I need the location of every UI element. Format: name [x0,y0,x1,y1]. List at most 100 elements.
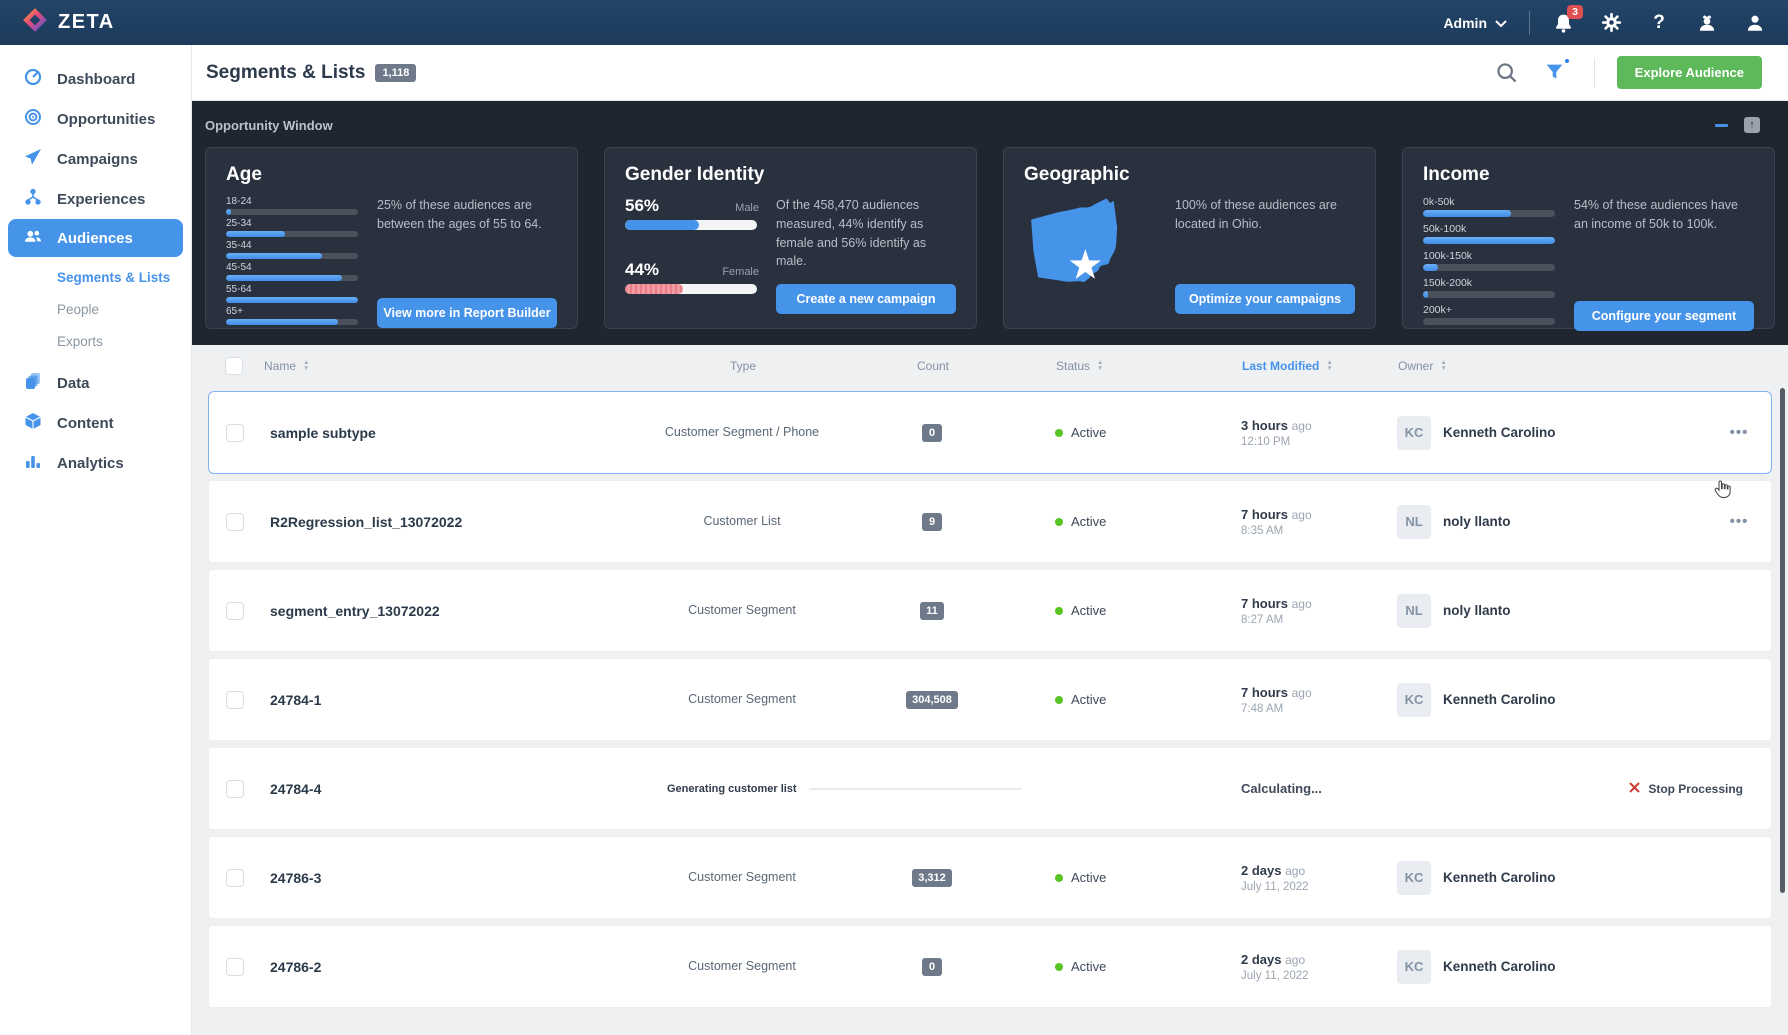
segment-status: Active [1017,692,1197,707]
gender-identity-card: Gender Identity 56% Male 44% Female Of the… [604,147,977,329]
row-checkbox[interactable] [226,779,244,798]
top-navbar: ZETA Admin 3 ? [0,0,1788,45]
last-modified: 7 hours ago 8:35 AM [1241,506,1312,537]
sort-icon[interactable]: ▲ ▼ [1097,359,1103,372]
table-row[interactable]: sample subtype Customer Segment / Phone … [208,391,1772,474]
view-report-builder-button[interactable]: View more in Report Builder [377,298,557,328]
admin-user-icon[interactable] [1696,12,1718,34]
sidebar-item-campaigns[interactable]: Campaigns [0,139,191,179]
table-row-processing[interactable]: 24784-4 Generating customer list Calcula… [208,747,1772,830]
segment-name[interactable]: 24784-1 [265,692,637,708]
segment-name[interactable]: segment_entry_13072022 [265,603,637,619]
row-checkbox[interactable] [226,512,244,531]
sidebar-item-content[interactable]: Content [0,403,191,443]
target-icon [24,108,42,130]
row-checkbox[interactable] [226,868,244,887]
admin-label: Admin [1443,14,1487,31]
sidebar-item-analytics[interactable]: Analytics [0,443,191,483]
status-dot [1055,606,1063,615]
segment-type: Customer Segment [688,870,796,885]
sidebar-item-people[interactable]: People [0,293,191,325]
create-campaign-button[interactable]: Create a new campaign [776,284,956,314]
search-icon[interactable] [1494,60,1520,86]
sidebar-item-opportunities[interactable]: Opportunities [0,99,191,139]
stop-x-icon [1629,780,1641,798]
configure-segment-button[interactable]: Configure your segment [1574,301,1754,331]
sort-icon[interactable]: ▲ ▼ [1326,359,1332,372]
row-checkbox[interactable] [226,957,244,976]
segment-name[interactable]: 24786-2 [265,959,637,975]
avatar: NL [1397,593,1431,628]
column-header-count[interactable]: Count [848,359,1018,373]
column-header-name[interactable]: Name ▲ ▼ [264,359,638,373]
age-card: Age 18-24 25-34 35-44 45-54 55-64 65+ 25… [205,147,578,329]
generating-progress: Generating customer list [637,783,1197,795]
sidebar-item-label: Experiences [57,190,146,208]
select-all-checkbox[interactable] [225,357,243,375]
row-menu-button[interactable]: ••• [1707,424,1771,441]
ohio-map-icon [1024,196,1148,314]
status-dot [1055,962,1063,971]
sidebar-item-label: Campaigns [57,150,138,168]
stop-processing-button[interactable]: Stop Processing [1397,780,1771,798]
filter-icon[interactable] [1542,56,1571,86]
owner: NL noly llanto [1397,593,1707,628]
row-checkbox[interactable] [226,690,244,709]
table-row[interactable]: R2Regression_list_13072022 Customer List… [208,480,1772,563]
sidebar-item-dashboard[interactable]: Dashboard [0,59,191,99]
segment-name[interactable]: sample subtype [265,425,637,441]
row-menu-button[interactable]: ••• [1707,513,1771,530]
table-row[interactable]: segment_entry_13072022 Customer Segment … [208,569,1772,652]
column-header-type[interactable]: Type [638,359,848,373]
segment-name[interactable]: R2Regression_list_13072022 [265,514,637,530]
row-checkbox[interactable] [226,601,244,620]
column-header-owner[interactable]: Owner ▲ ▼ [1398,359,1708,373]
page-title: Segments & Lists [206,61,366,83]
sidebar-item-segments-lists[interactable]: Segments & Lists [0,261,191,293]
last-modified: 2 days ago July 11, 2022 [1241,951,1309,982]
sidebar-item-exports[interactable]: Exports [0,325,191,357]
avatar: KC [1397,415,1431,450]
segment-status: Active [1017,870,1197,885]
sidebar-item-data[interactable]: Data [0,363,191,403]
optimize-campaigns-button[interactable]: Optimize your campaigns [1175,284,1355,314]
chevron-down-icon [1495,15,1507,31]
filter-active-dot [1562,56,1571,65]
sort-icon[interactable]: ▲ ▼ [303,359,309,372]
row-checkbox[interactable] [226,423,244,442]
cube-icon [24,412,42,434]
paper-plane-icon [24,148,42,170]
user-icon[interactable] [1744,12,1766,34]
table-row[interactable]: 24786-2 Customer Segment 0 Active 2 days… [208,925,1772,1008]
owner: KC Kenneth Carolino [1397,415,1707,450]
income-bar-chart: 0k-50k 50k-100k 100k-150k 150k-200k 200k… [1423,196,1557,331]
popout-icon[interactable]: ↑ [1744,117,1760,133]
sidebar-item-experiences[interactable]: Experiences [0,179,191,219]
sidebar-item-label: Dashboard [57,70,136,88]
owner: KC Kenneth Carolino [1397,949,1707,984]
explore-audience-button[interactable]: Explore Audience [1616,56,1762,89]
table-row[interactable]: 24784-1 Customer Segment 304,508 Active … [208,658,1772,741]
table-row[interactable]: 24786-3 Customer Segment 3,312 Active 2 … [208,836,1772,919]
navbar-divider [1529,10,1530,35]
segment-name[interactable]: 24784-4 [265,781,637,797]
sort-icon[interactable]: ▲ ▼ [1440,359,1446,372]
age-description: 25% of these audiences are between the a… [377,198,542,231]
column-header-last-modified[interactable]: Last Modified ▲ ▼ [1198,359,1398,373]
last-modified: 7 hours ago 8:27 AM [1241,595,1312,626]
vertical-scrollbar[interactable] [1780,388,1785,893]
avatar: KC [1397,860,1431,895]
notifications-bell-icon[interactable]: 3 [1552,4,1583,34]
notification-count-badge: 3 [1567,4,1583,19]
segment-name[interactable]: 24786-3 [265,870,637,886]
column-header-status[interactable]: Status ▲ ▼ [1018,359,1198,373]
brand-name: ZETA [58,11,115,33]
brand[interactable]: ZETA [22,7,115,38]
minimize-icon[interactable] [1715,123,1728,127]
progress-line [808,787,1022,790]
settings-gear-icon[interactable] [1600,12,1622,34]
sidebar-item-audiences[interactable]: Audiences [8,219,183,257]
admin-menu[interactable]: Admin [1443,15,1507,31]
age-card-title: Age [226,164,262,185]
help-icon[interactable]: ? [1648,12,1670,34]
